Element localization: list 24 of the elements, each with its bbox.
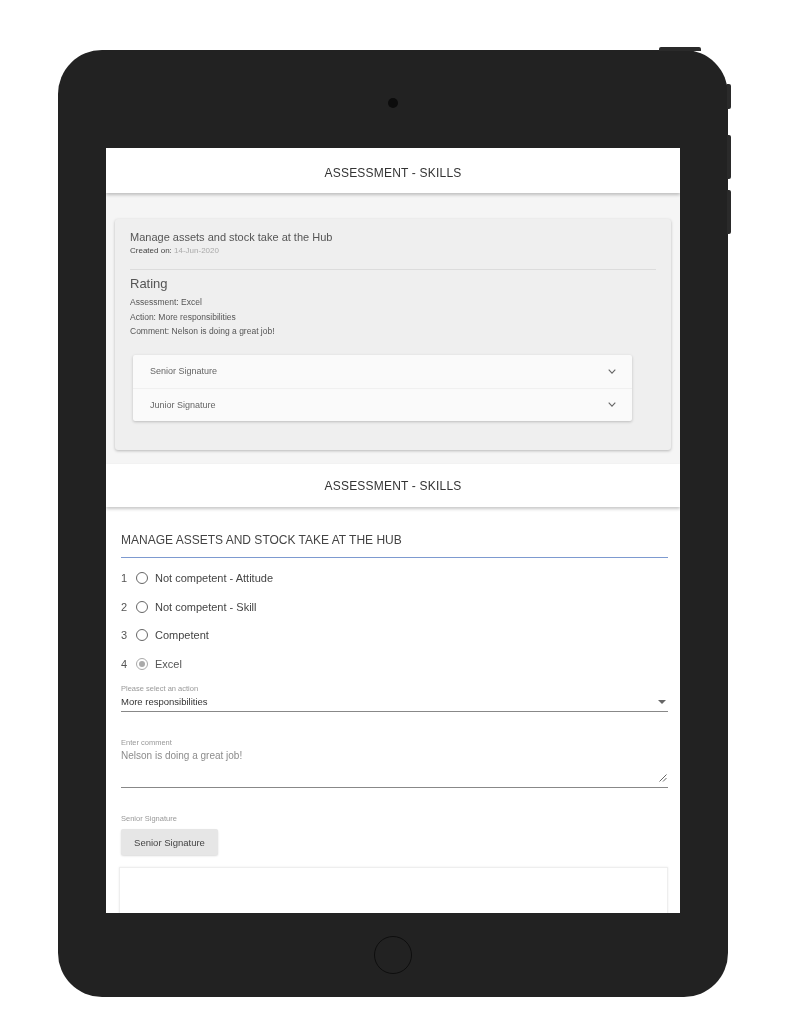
option-number: 1 [121, 571, 129, 584]
signature-panel-header[interactable]: Junior Signature [133, 387, 632, 421]
resize-handle-icon [659, 774, 667, 783]
skill-field[interactable]: MANAGE ASSETS AND STOCK TAKE AT THE HUB [121, 532, 668, 558]
option-label[interactable]: Competent [155, 629, 209, 642]
rating-detail: Comment: Nelson is doing a great job! [130, 325, 276, 338]
rating-detail: Action: More responsibilities [130, 310, 237, 324]
option-number: 4 [121, 657, 129, 670]
option-label[interactable]: Not competent - Attitude [155, 571, 273, 584]
chevron-icon [608, 368, 616, 374]
created-date-line: Created on: 14-Jun-2020 [130, 246, 220, 256]
rating-detail: Assessment: Excel [130, 296, 203, 309]
signature-button[interactable]: Senior Signature [121, 829, 218, 856]
skill-title: Manage assets and stock take at the Hub [130, 231, 334, 244]
page-title: ASSESSMENT - SKILLS [324, 166, 462, 180]
page-title: ASSESSMENT - SKILLS [324, 479, 462, 493]
option-label[interactable]: Excel [155, 657, 182, 670]
option-number: 2 [121, 600, 129, 613]
option-number: 3 [121, 629, 129, 642]
rating-heading: Rating [130, 276, 169, 291]
option-label[interactable]: Not competent - Skill [155, 600, 257, 613]
chevron-icon [608, 402, 616, 407]
signature-panel-header[interactable]: Senior Signature [133, 354, 632, 388]
dropdown-caret-icon [658, 700, 666, 705]
